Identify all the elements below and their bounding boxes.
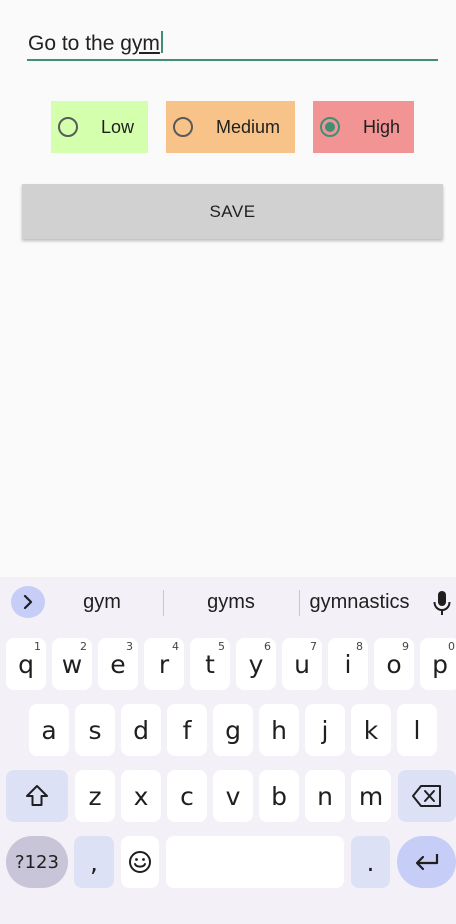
- task-text-field[interactable]: Go to the gym: [27, 28, 438, 61]
- key-number-hint: 6: [264, 640, 271, 653]
- emoji-key[interactable]: [121, 836, 159, 888]
- key-number-hint: 0: [448, 640, 455, 653]
- soft-keyboard: gym gyms gymnastics q1w2e3r4t5y6u7i8o9p0…: [0, 577, 456, 924]
- key-a[interactable]: a: [29, 704, 69, 756]
- priority-medium-option[interactable]: Medium: [166, 101, 295, 153]
- microphone-icon[interactable]: [431, 590, 453, 616]
- key-label: e: [110, 649, 126, 679]
- key-j[interactable]: j: [305, 704, 345, 756]
- key-g[interactable]: g: [213, 704, 253, 756]
- emoji-icon: [129, 851, 151, 873]
- suggestion-divider: [163, 590, 164, 616]
- key-number-hint: 2: [80, 640, 87, 653]
- space-key[interactable]: [166, 836, 344, 888]
- key-label: t: [205, 649, 215, 679]
- key-h[interactable]: h: [259, 704, 299, 756]
- shift-icon: [26, 785, 48, 806]
- key-i[interactable]: i8: [328, 638, 368, 690]
- period-key[interactable]: .: [351, 836, 390, 888]
- key-w[interactable]: w2: [52, 638, 92, 690]
- key-number-hint: 8: [356, 640, 363, 653]
- key-l[interactable]: l: [397, 704, 437, 756]
- key-label: o: [386, 649, 402, 679]
- backspace-key[interactable]: [398, 770, 456, 822]
- symbols-key[interactable]: ?123: [6, 836, 68, 888]
- enter-key[interactable]: [397, 836, 456, 888]
- expand-toolbar-button[interactable]: [11, 586, 45, 618]
- suggestion-strip: gym gyms gymnastics: [0, 577, 456, 629]
- key-c[interactable]: c: [167, 770, 207, 822]
- key-u[interactable]: u7: [282, 638, 322, 690]
- key-number-hint: 9: [402, 640, 409, 653]
- shift-key[interactable]: [6, 770, 68, 822]
- key-label: p: [432, 649, 448, 679]
- save-button[interactable]: SAVE: [22, 184, 443, 239]
- key-y[interactable]: y6: [236, 638, 276, 690]
- key-label: q: [18, 649, 34, 679]
- key-p[interactable]: p0: [420, 638, 456, 690]
- priority-low-option[interactable]: Low: [51, 101, 148, 153]
- priority-low-label: Low: [101, 116, 135, 137]
- key-number-hint: 4: [172, 640, 179, 653]
- key-x[interactable]: x: [121, 770, 161, 822]
- radio-unchecked-icon[interactable]: [58, 117, 78, 137]
- key-number-hint: 3: [126, 640, 133, 653]
- key-v[interactable]: v: [213, 770, 253, 822]
- radio-checked-icon[interactable]: [320, 117, 340, 137]
- priority-radio-group: Low Medium High: [0, 101, 456, 153]
- chevron-right-icon: [23, 595, 33, 609]
- key-d[interactable]: d: [121, 704, 161, 756]
- composing-word: gym: [120, 32, 160, 55]
- task-text-value: Go to the gym: [28, 31, 163, 56]
- key-label: w: [61, 649, 83, 679]
- priority-high-option[interactable]: High: [313, 101, 414, 153]
- key-e[interactable]: e3: [98, 638, 138, 690]
- key-k[interactable]: k: [351, 704, 391, 756]
- key-number-hint: 5: [218, 640, 225, 653]
- key-number-hint: 7: [310, 640, 317, 653]
- enter-icon: [415, 854, 438, 871]
- key-label: r: [158, 649, 170, 679]
- key-number-hint: 1: [34, 640, 41, 653]
- key-f[interactable]: f: [167, 704, 207, 756]
- key-s[interactable]: s: [75, 704, 115, 756]
- key-label: y: [248, 649, 264, 679]
- key-label: i: [344, 649, 352, 679]
- key-b[interactable]: b: [259, 770, 299, 822]
- priority-high-label: High: [363, 116, 401, 137]
- suggestion-1[interactable]: gym: [62, 591, 142, 614]
- comma-key[interactable]: ,: [74, 836, 114, 888]
- suggestion-2[interactable]: gyms: [186, 591, 276, 614]
- priority-medium-label: Medium: [216, 116, 281, 137]
- key-t[interactable]: t5: [190, 638, 230, 690]
- key-r[interactable]: r4: [144, 638, 184, 690]
- suggestion-3[interactable]: gymnastics: [302, 591, 417, 614]
- key-n[interactable]: n: [305, 770, 345, 822]
- key-m[interactable]: m: [351, 770, 391, 822]
- suggestion-divider: [299, 590, 300, 616]
- text-caret: [160, 31, 163, 53]
- key-o[interactable]: o9: [374, 638, 414, 690]
- radio-unchecked-icon[interactable]: [173, 117, 193, 137]
- key-q[interactable]: q1: [6, 638, 46, 690]
- key-z[interactable]: z: [75, 770, 115, 822]
- key-label: u: [294, 649, 310, 679]
- backspace-icon: [412, 785, 441, 807]
